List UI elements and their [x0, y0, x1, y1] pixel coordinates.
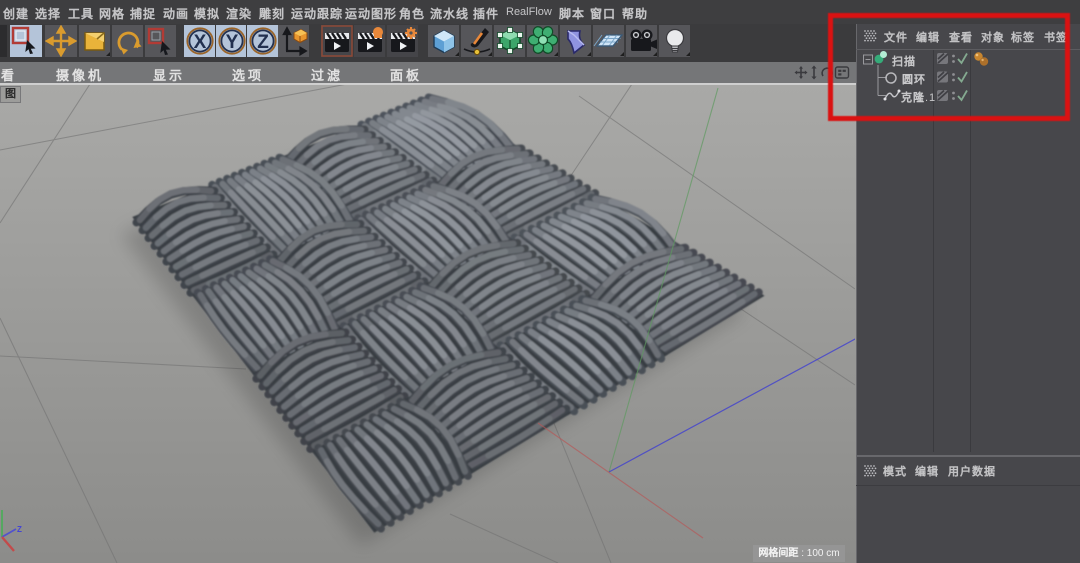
svg-text:Y: Y — [225, 32, 238, 53]
svg-text:X: X — [194, 32, 207, 53]
svg-text:Z: Z — [257, 32, 269, 53]
svg-text:Z: Z — [17, 525, 22, 534]
